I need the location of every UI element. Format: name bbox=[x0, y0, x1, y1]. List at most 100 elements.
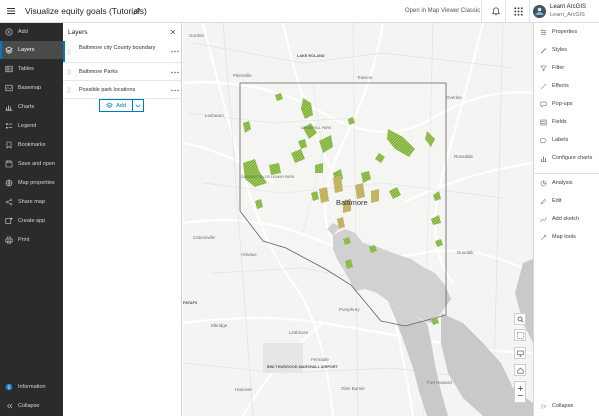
nav-charts-label: Charts bbox=[18, 104, 35, 110]
place-label-bwi-airport: BWI THURGOOD MARSHALL AIRPORT bbox=[267, 365, 338, 369]
nav-share-map[interactable]: Share map bbox=[0, 193, 63, 211]
app-launcher-icon[interactable] bbox=[514, 7, 523, 16]
share-icon bbox=[5, 198, 13, 206]
search-icon bbox=[517, 316, 524, 323]
place-label-dundalk: Dundalk bbox=[457, 250, 474, 255]
settings-add-sketch[interactable]: Add sketch bbox=[534, 210, 599, 228]
settings-analysis[interactable]: Analysis bbox=[534, 174, 599, 192]
place-label-elkridge: Elkridge bbox=[211, 323, 228, 328]
park-label-patapsco: PATAPSCO VALLEY STATE PARK bbox=[183, 301, 197, 305]
settings-fields[interactable]: Fields bbox=[534, 113, 599, 131]
nav-charts[interactable]: Charts bbox=[0, 98, 63, 116]
notifications-bell-icon[interactable] bbox=[491, 6, 501, 16]
header-divider bbox=[481, 0, 482, 22]
layer-row-possible-parks[interactable]: Possible park locations bbox=[63, 82, 181, 99]
app-header: Visualize equity goals (Tutorials) Open … bbox=[0, 0, 599, 23]
place-label-lochearn: Lochearn bbox=[205, 113, 224, 118]
zoom-extent-button[interactable] bbox=[514, 347, 526, 359]
nav-create-app[interactable]: Create app bbox=[0, 212, 63, 230]
park-label-druid-hill: DRUID HILL PARK bbox=[301, 126, 332, 130]
nav-bookmarks[interactable]: Bookmarks bbox=[0, 136, 63, 154]
nav-print[interactable]: Print bbox=[0, 231, 63, 249]
layers-panel-title: Layers bbox=[68, 29, 88, 36]
nav-legend[interactable]: Legend bbox=[0, 117, 63, 135]
layers-add-icon bbox=[106, 102, 114, 108]
nav-share-map-label: Share map bbox=[18, 199, 45, 205]
settings-fields-label: Fields bbox=[552, 119, 567, 125]
more-options-icon[interactable] bbox=[171, 89, 179, 92]
settings-edit[interactable]: Edit bbox=[534, 192, 599, 210]
place-label-glen-burnie: Glen Burnie bbox=[341, 386, 365, 391]
fields-icon bbox=[540, 119, 547, 125]
nav-information[interactable]: Information bbox=[0, 378, 63, 396]
select-features-button[interactable] bbox=[514, 329, 526, 341]
layer-row-parks[interactable]: Baltimore Parks bbox=[63, 64, 181, 81]
settings-popups-label: Pop-ups bbox=[552, 101, 573, 107]
close-icon[interactable] bbox=[170, 29, 176, 35]
basemap-icon bbox=[5, 84, 13, 92]
basemap-canvas bbox=[183, 23, 533, 416]
nav-legend-label: Legend bbox=[18, 123, 37, 129]
settings-styles[interactable]: Styles bbox=[534, 41, 599, 59]
user-name[interactable]: Learn ArcGIS bbox=[550, 4, 586, 10]
add-layer-group: Add bbox=[99, 99, 144, 112]
menu-icon[interactable] bbox=[6, 6, 16, 16]
settings-configure-charts[interactable]: Configure charts bbox=[534, 149, 599, 167]
map-view[interactable]: Gordon LAKE ROLAND Pikesville Lochearn T… bbox=[183, 23, 533, 416]
collapse-right-icon bbox=[540, 403, 546, 409]
nav-basemap-label: Basemap bbox=[18, 85, 42, 91]
drag-handle-icon[interactable] bbox=[67, 69, 71, 75]
place-label-overlea: Overlea bbox=[446, 95, 462, 100]
settings-popups[interactable]: Pop-ups bbox=[534, 95, 599, 113]
nav-save-open[interactable]: Save and open bbox=[0, 155, 63, 173]
nav-tables[interactable]: Tables bbox=[0, 60, 63, 78]
settings-labels[interactable]: Labels bbox=[534, 131, 599, 149]
zoom-in-icon[interactable] bbox=[517, 385, 524, 392]
user-id: Learn_ArcGIS bbox=[550, 12, 585, 18]
left-toolbar: Add Layers Tables Basemap Charts Legend … bbox=[0, 23, 63, 416]
more-options-icon[interactable] bbox=[171, 50, 179, 53]
open-classic-link[interactable]: Open in Map Viewer Classic bbox=[405, 8, 480, 14]
settings-map-tools-label: Map tools bbox=[552, 234, 576, 240]
layers-icon bbox=[5, 46, 13, 54]
nav-collapse[interactable]: Collapse bbox=[0, 397, 63, 415]
home-button[interactable] bbox=[514, 364, 526, 376]
legend-icon bbox=[6, 123, 13, 129]
nav-collapse-label: Collapse bbox=[18, 403, 40, 409]
edit-title-icon[interactable] bbox=[133, 7, 141, 15]
settings-filter-label: Filter bbox=[552, 65, 565, 71]
styles-icon bbox=[540, 47, 547, 53]
chart-icon bbox=[5, 105, 13, 111]
settings-effects[interactable]: Effects bbox=[534, 77, 599, 95]
nav-add[interactable]: Add bbox=[0, 23, 63, 41]
place-label-lake-roland: LAKE ROLAND bbox=[297, 54, 325, 58]
chevron-down-icon bbox=[135, 104, 141, 107]
effects-icon bbox=[540, 83, 547, 89]
collapse-left-icon bbox=[7, 403, 13, 409]
settings-filter[interactable]: Filter bbox=[534, 59, 599, 77]
nav-map-properties[interactable]: Map properties bbox=[0, 174, 63, 192]
nav-layers[interactable]: Layers bbox=[0, 41, 63, 59]
settings-edit-label: Edit bbox=[552, 198, 562, 204]
place-label-linthicum: Linthicum bbox=[289, 330, 309, 335]
zoom-out-icon[interactable] bbox=[517, 392, 524, 399]
filter-icon bbox=[540, 65, 547, 71]
drag-handle-icon[interactable] bbox=[67, 49, 71, 55]
settings-properties[interactable]: Properties bbox=[534, 23, 599, 41]
more-options-icon[interactable] bbox=[171, 71, 179, 74]
nav-map-properties-label: Map properties bbox=[18, 180, 55, 186]
park-label-gwynns-falls: GWYNNS FALLS/ LEAKIN PARK bbox=[241, 175, 295, 179]
add-layer-dropdown[interactable] bbox=[133, 99, 144, 112]
save-icon bbox=[5, 160, 13, 168]
settings-collapse[interactable]: Collapse bbox=[534, 397, 599, 415]
settings-map-tools[interactable]: Map tools bbox=[534, 228, 599, 246]
map-properties-icon bbox=[5, 179, 13, 187]
user-avatar[interactable] bbox=[533, 5, 546, 18]
layer-name: Possible park locations bbox=[79, 87, 136, 93]
layer-row-county-boundary[interactable]: Baltimore city County boundary bbox=[63, 41, 181, 63]
nav-basemap[interactable]: Basemap bbox=[0, 79, 63, 97]
add-layer-button[interactable]: Add bbox=[99, 99, 133, 112]
drag-handle-icon[interactable] bbox=[67, 87, 71, 93]
search-map-button[interactable] bbox=[514, 313, 526, 325]
zoom-control[interactable] bbox=[514, 381, 526, 403]
